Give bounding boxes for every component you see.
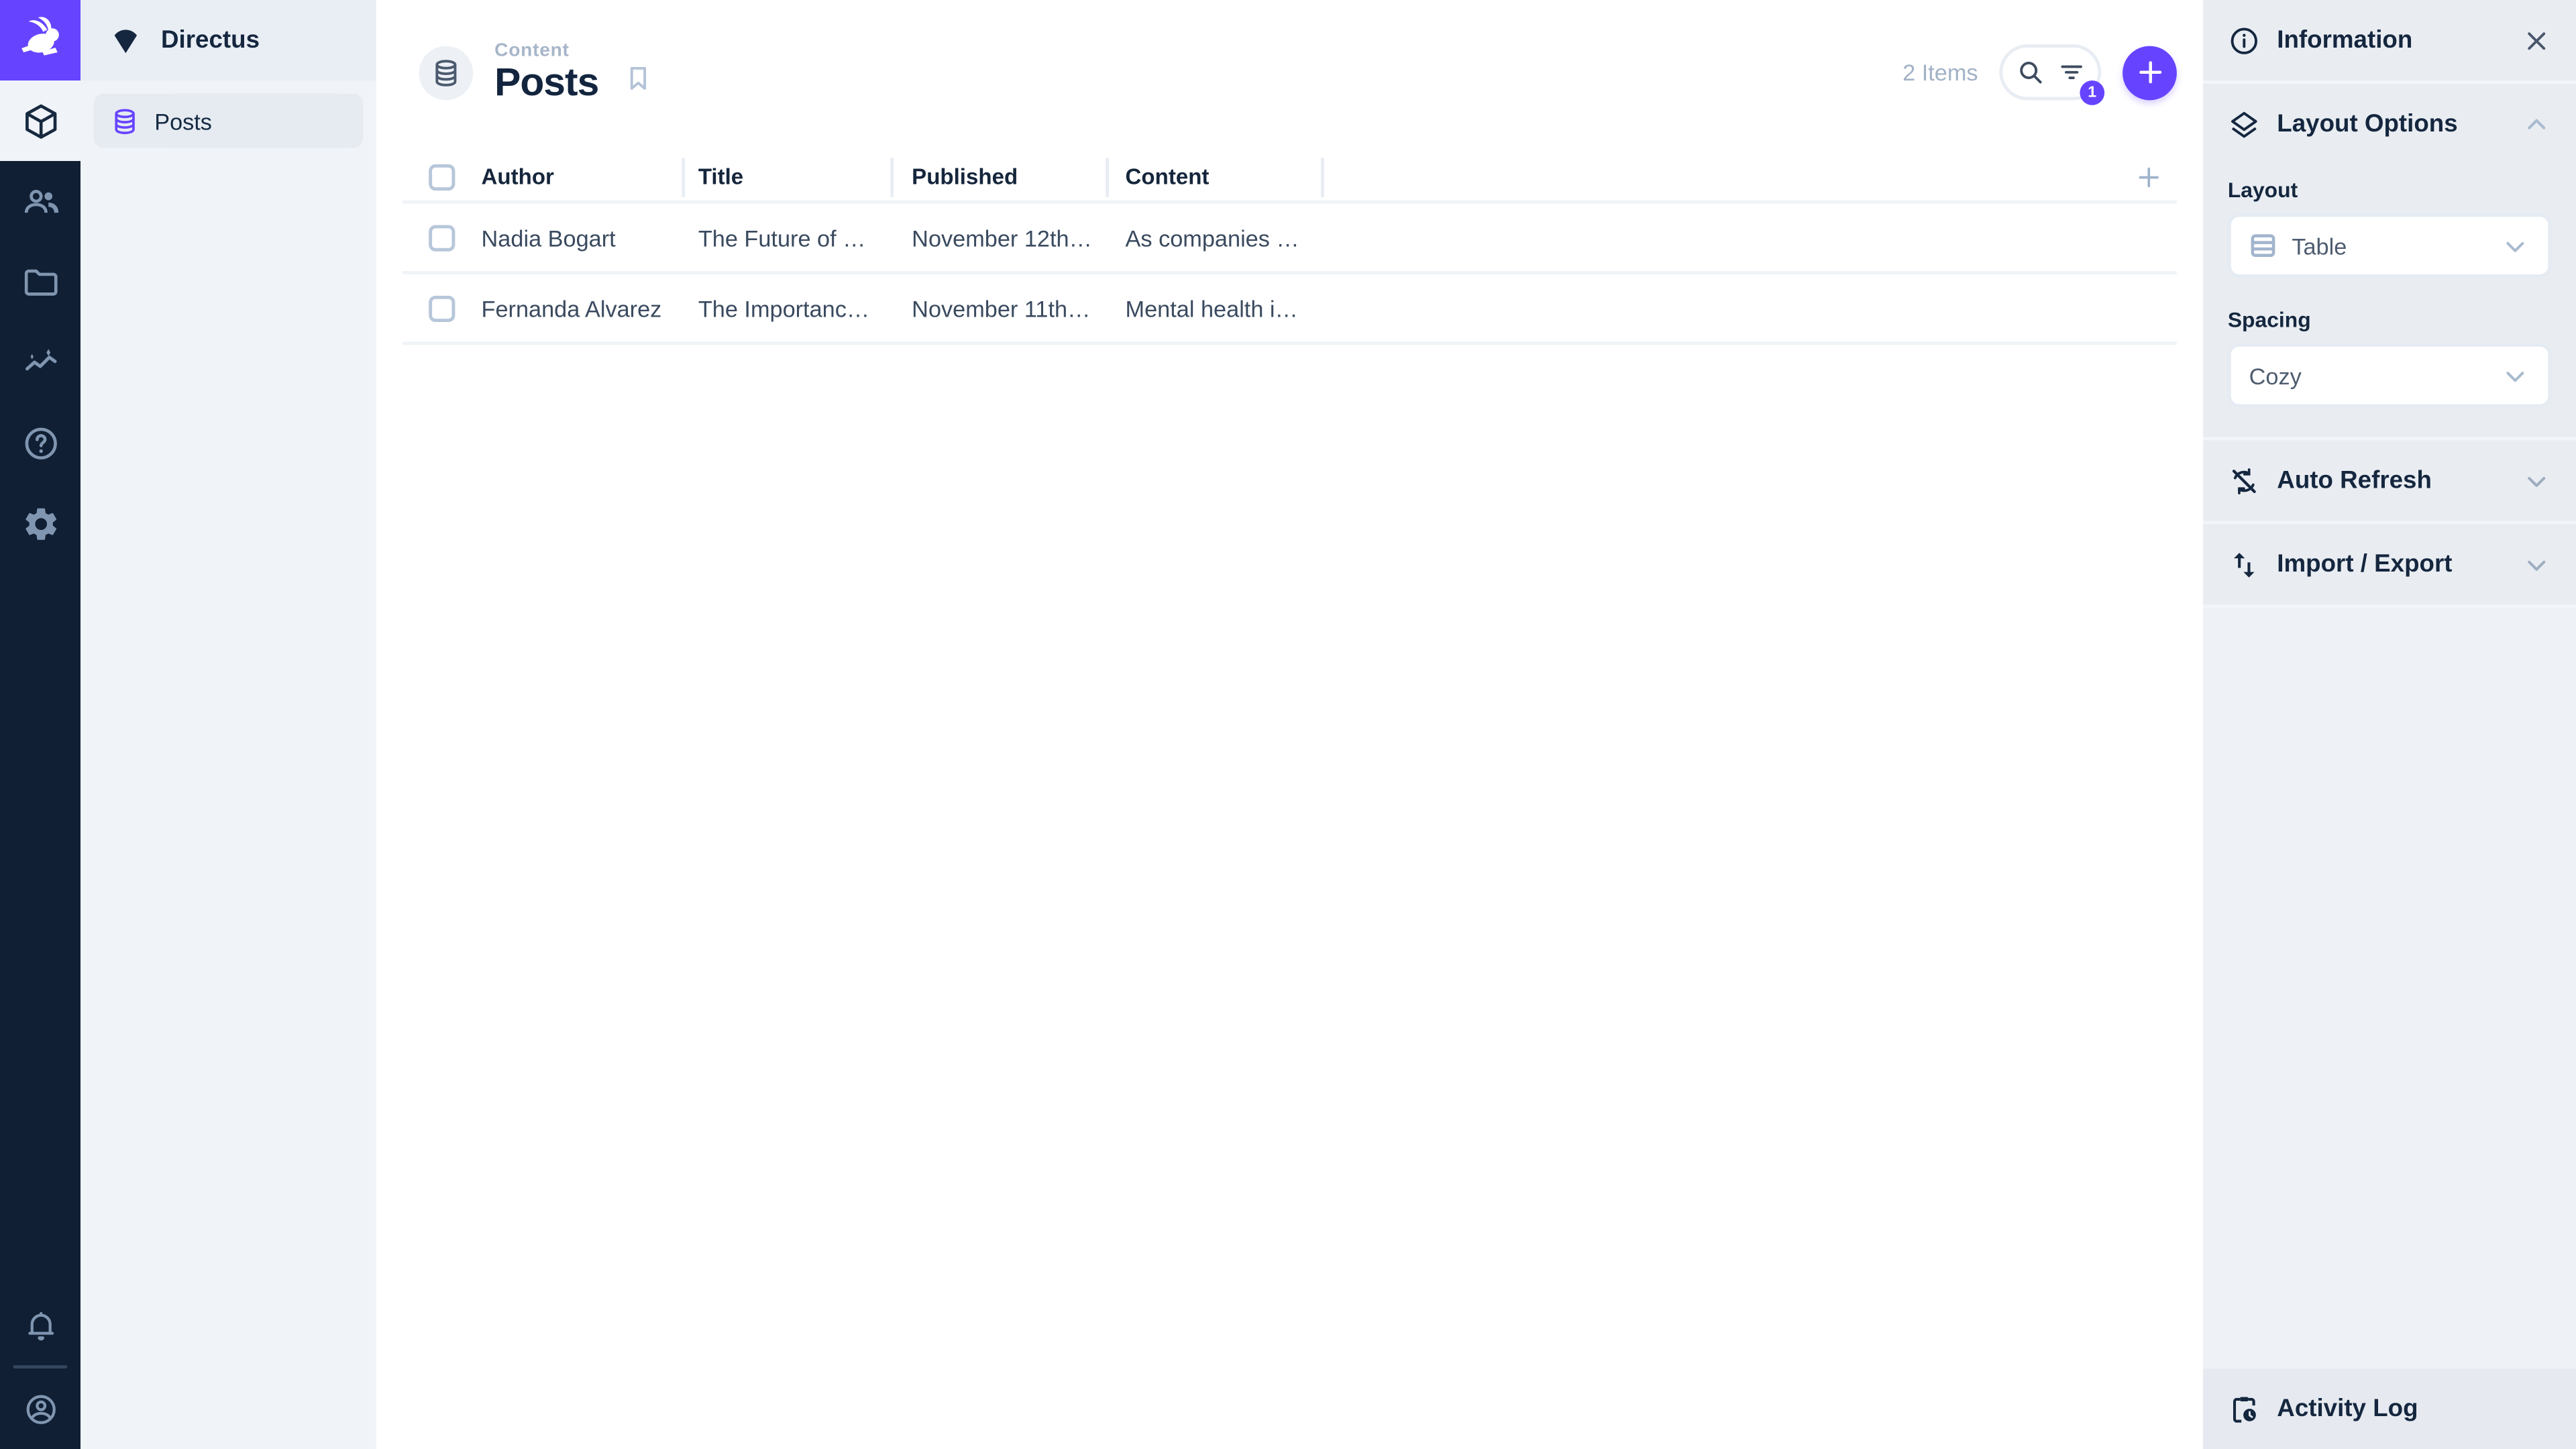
column-header-published[interactable]: Published	[894, 158, 1110, 197]
sidebar-section-layout-options[interactable]: Layout Options	[2203, 84, 2576, 164]
account-button[interactable]	[0, 1368, 80, 1449]
spacing-select-value: Cozy	[2249, 362, 2302, 389]
select-all-checkbox[interactable]	[429, 164, 455, 191]
cell-published: November 12th, ...	[912, 224, 1102, 251]
collection-icon-circle	[419, 45, 474, 100]
section-label: Auto Refresh	[2277, 466, 2432, 495]
search-icon	[2015, 58, 2045, 87]
folder-icon	[21, 262, 60, 302]
cell-author: Nadia Bogart	[481, 224, 616, 251]
chevron-down-icon	[2500, 231, 2530, 260]
detail-sidebar: Information Layout Options Layout Table …	[2203, 0, 2576, 1449]
layers-icon	[2228, 107, 2261, 140]
content-cube-icon	[21, 101, 60, 141]
clipboard-clock-icon	[2228, 1393, 2261, 1426]
page-title: Posts	[494, 60, 599, 105]
cell-author: Fernanda Alvarez	[481, 294, 662, 321]
table-row[interactable]: Nadia Bogart The Future of Re... Novembe…	[402, 204, 2177, 274]
module-content[interactable]	[0, 80, 81, 162]
layout-select[interactable]: Table	[2227, 213, 2552, 278]
table-row[interactable]: Fernanda Alvarez The Importance ... Nove…	[402, 274, 2177, 345]
sync-disabled-icon	[2228, 464, 2261, 497]
cell-content: Mental health is j...	[1125, 294, 1318, 321]
bell-icon	[22, 1307, 58, 1343]
sidebar-empty-area	[2203, 608, 2576, 1369]
user-circle-icon	[22, 1391, 58, 1427]
module-bar	[0, 0, 81, 1449]
module-bar-spacer	[0, 564, 80, 1285]
module-insights[interactable]	[0, 322, 80, 402]
directus-logo-button[interactable]	[0, 0, 81, 81]
chevron-down-icon	[2522, 549, 2551, 579]
module-files[interactable]	[0, 241, 80, 322]
spacing-select[interactable]: Cozy	[2227, 343, 2552, 408]
nav-sidebar: Directus Posts	[80, 0, 376, 1449]
bookmark-button[interactable]	[623, 52, 655, 93]
users-icon	[21, 182, 60, 221]
page-header: Content Posts 2 Items 1	[376, 0, 2203, 145]
directus-app: Directus Posts Content Posts 2 Items 1 A…	[0, 0, 2576, 1449]
chevron-down-icon	[2500, 361, 2530, 390]
layout-options-content: Layout Table Spacing Cozy	[2203, 164, 2576, 437]
activity-log-label: Activity Log	[2277, 1395, 2418, 1423]
row-checkbox[interactable]	[429, 294, 455, 321]
layout-select-value: Table	[2292, 232, 2347, 259]
section-label: Information	[2277, 26, 2413, 54]
help-icon	[21, 423, 60, 463]
gear-icon	[21, 504, 60, 543]
table-header-row: Author Title Published Content	[402, 154, 2177, 204]
project-header[interactable]: Directus	[80, 0, 376, 81]
bookmark-icon	[623, 62, 655, 93]
main-content: Content Posts 2 Items 1 Author Title Pub…	[376, 0, 2204, 1449]
header-actions: 2 Items 1	[1902, 44, 2177, 105]
breadcrumb: Content	[494, 41, 570, 61]
row-checkbox[interactable]	[429, 224, 455, 251]
activity-log-button[interactable]: Activity Log	[2203, 1368, 2576, 1449]
directus-rabbit-logo-icon	[15, 15, 64, 64]
filter-count-badge: 1	[2080, 80, 2105, 105]
info-icon	[2228, 24, 2261, 57]
row-checkbox-cell	[402, 224, 482, 251]
add-item-button[interactable]	[2123, 45, 2177, 100]
project-wedge-icon	[109, 23, 143, 57]
module-users[interactable]	[0, 161, 80, 241]
plus-icon	[2133, 56, 2166, 89]
module-settings[interactable]	[0, 483, 80, 564]
column-header-title[interactable]: Title	[685, 158, 894, 197]
filter-icon	[2056, 58, 2086, 87]
table-rows-icon	[2249, 231, 2277, 260]
sidebar-section-auto-refresh[interactable]: Auto Refresh	[2203, 440, 2576, 521]
header-checkbox-cell	[402, 164, 482, 191]
layout-field-label: Layout	[2227, 177, 2298, 203]
cell-title: The Future of Re...	[698, 224, 892, 251]
section-label: Import / Export	[2277, 550, 2453, 579]
sidebar-item-label: Posts	[154, 107, 212, 134]
notifications-button[interactable]	[0, 1285, 80, 1365]
project-name: Directus	[161, 26, 260, 54]
column-header-author[interactable]: Author	[482, 158, 686, 197]
column-header-content[interactable]: Content	[1109, 158, 1324, 197]
title-block: Content Posts	[494, 41, 599, 105]
cell-published: November 11th, ...	[912, 294, 1099, 321]
row-checkbox-cell	[402, 294, 482, 321]
chevron-up-icon	[2522, 109, 2551, 139]
insights-trend-icon	[21, 343, 60, 382]
sidebar-section-information[interactable]: Information	[2203, 0, 2576, 80]
search-filter-pill[interactable]: 1	[1999, 44, 2105, 105]
collection-database-icon	[110, 106, 140, 136]
cell-title: The Importance ...	[698, 294, 885, 321]
add-column-button[interactable]	[2134, 162, 2163, 192]
sidebar-item-posts[interactable]: Posts	[93, 93, 364, 148]
close-icon[interactable]	[2522, 25, 2551, 55]
spacing-field-label: Spacing	[2227, 307, 2311, 332]
chevron-down-icon	[2522, 466, 2551, 495]
items-count: 2 Items	[1902, 59, 1978, 86]
section-label: Layout Options	[2277, 110, 2458, 138]
module-help[interactable]	[0, 402, 80, 483]
items-table: Author Title Published Content Nadia Bog…	[402, 154, 2177, 345]
swap-vertical-icon	[2228, 548, 2261, 581]
cell-content: As companies e...	[1125, 224, 1309, 251]
sidebar-section-import-export[interactable]: Import / Export	[2203, 524, 2576, 604]
